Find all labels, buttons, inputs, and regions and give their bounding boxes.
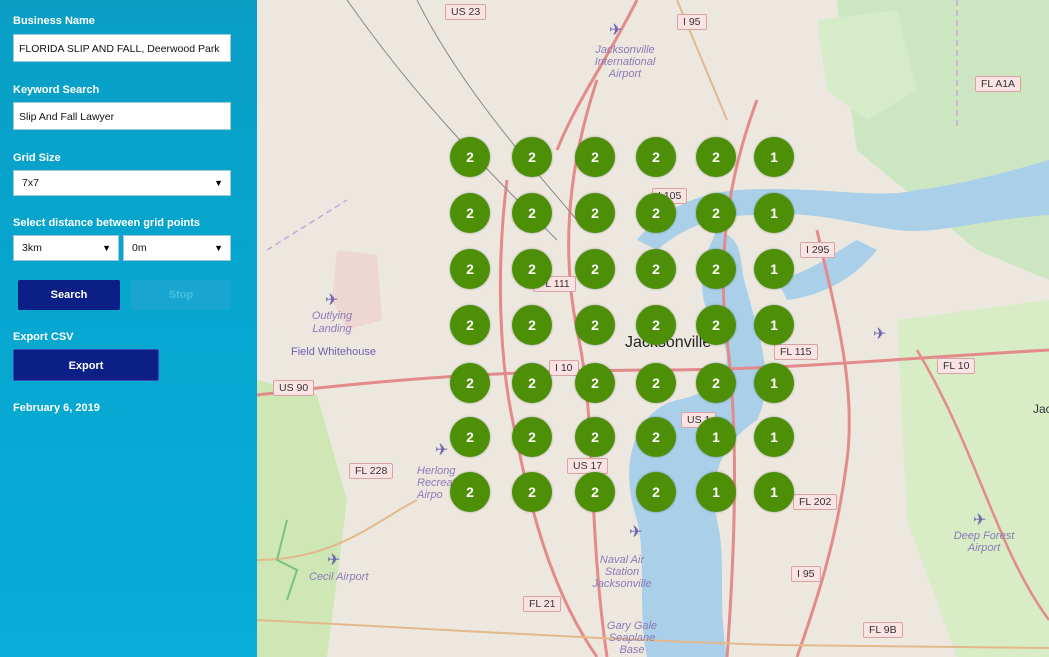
rank-marker[interactable]: 2 [450,363,490,403]
road-shield: US 90 [273,380,315,396]
rank-marker[interactable]: 2 [575,249,615,289]
map-label-airport-intl: Jacksonville International Airport [594,44,656,80]
rank-marker[interactable]: 2 [450,417,490,457]
rank-marker[interactable]: 2 [575,305,615,345]
rank-marker[interactable]: 2 [575,472,615,512]
export-csv-label: Export CSV [13,331,74,343]
rank-marker[interactable]: 2 [450,193,490,233]
stop-button[interactable]: Stop [131,280,231,310]
offset-value: 0m [132,242,147,254]
rank-marker[interactable]: 2 [636,249,676,289]
road-shield: FL 9B [863,622,903,638]
road-shield: I 95 [677,14,707,30]
airport-icon: ✈ [609,22,623,39]
distance-label: Select distance between grid points [13,217,201,229]
map-label-cecil: Cecil Airport [309,571,369,583]
map-label-field-whitehouse: Field Whitehouse [291,346,376,358]
rank-marker[interactable]: 2 [636,305,676,345]
road-shield: I 10 [549,360,579,376]
rank-marker[interactable]: 1 [754,305,794,345]
airport-icon: ✈ [873,326,887,343]
rank-marker[interactable]: 2 [575,193,615,233]
road-shield: I 95 [791,566,821,582]
road-shield: FL A1A [975,76,1022,92]
rank-marker[interactable]: 2 [575,417,615,457]
airport-icon: ✈ [973,512,987,529]
airport-icon: ✈ [327,552,341,569]
export-button[interactable]: Export [13,349,159,381]
map[interactable]: Jacksonville International Airport Outly… [257,0,1049,657]
rank-marker[interactable]: 2 [512,249,552,289]
road-shield: FL 202 [793,494,838,510]
map-label-gary-gale: Gary Gale Seaplane Base [606,620,658,656]
chevron-down-icon: ▼ [214,243,223,253]
rank-marker[interactable]: 2 [512,417,552,457]
rank-marker[interactable]: 2 [512,363,552,403]
airport-icon: ✈ [435,442,449,459]
report-date: February 6, 2019 [13,402,100,414]
rank-marker[interactable]: 2 [696,249,736,289]
rank-marker[interactable]: 2 [450,305,490,345]
rank-marker[interactable]: 1 [754,363,794,403]
distance-value: 3km [22,242,42,254]
map-label-outlying: Outlying Landing [311,310,353,335]
road-shield: FL 21 [523,596,562,612]
rank-marker[interactable]: 2 [450,249,490,289]
map-label-deep-forest: Deep Forest Airport [953,530,1015,554]
rank-marker[interactable]: 2 [512,137,552,177]
rank-marker[interactable]: 2 [512,305,552,345]
search-button[interactable]: Search [18,280,120,310]
road-shield: FL 115 [774,344,818,360]
sidebar: Business Name FLORIDA SLIP AND FALL, Dee… [0,0,257,657]
rank-marker[interactable]: 1 [754,472,794,512]
map-label-nas: Naval Air Station Jacksonville [592,554,652,590]
keyword-search-input[interactable]: Slip And Fall Lawyer [13,102,231,130]
rank-marker[interactable]: 2 [575,137,615,177]
rank-marker[interactable]: 1 [754,193,794,233]
rank-marker[interactable]: 1 [754,417,794,457]
keyword-search-label: Keyword Search [13,84,100,96]
road-shield: I 295 [800,242,836,258]
rank-marker[interactable]: 2 [450,137,490,177]
chevron-down-icon: ▼ [102,243,111,253]
rank-marker[interactable]: 1 [754,137,794,177]
rank-marker[interactable]: 2 [450,472,490,512]
rank-marker[interactable]: 2 [696,193,736,233]
rank-marker[interactable]: 2 [696,137,736,177]
road-shield: US 23 [445,4,487,20]
grid-size-select[interactable]: 7x7 ▼ [13,170,231,196]
rank-marker[interactable]: 1 [754,249,794,289]
grid-size-value: 7x7 [22,177,39,189]
road-shield: US 17 [567,458,609,474]
grid-size-label: Grid Size [13,152,61,164]
rank-marker[interactable]: 2 [636,363,676,403]
business-name-input[interactable]: FLORIDA SLIP AND FALL, Deerwood Park [13,34,231,62]
rank-marker[interactable]: 2 [636,472,676,512]
business-name-label: Business Name [13,15,95,27]
road-shield: FL 10 [937,358,976,374]
offset-select[interactable]: 0m ▼ [123,235,231,261]
rank-marker[interactable]: 2 [575,363,615,403]
rank-marker[interactable]: 2 [636,417,676,457]
map-label-jac: Jac [1033,402,1049,416]
chevron-down-icon: ▼ [214,178,223,188]
airport-icon: ✈ [325,292,339,309]
rank-marker[interactable]: 2 [636,137,676,177]
road-shield: FL 228 [349,463,394,479]
airport-icon: ✈ [629,524,643,541]
rank-marker[interactable]: 1 [696,417,736,457]
rank-marker[interactable]: 2 [696,305,736,345]
rank-marker[interactable]: 1 [696,472,736,512]
distance-select[interactable]: 3km ▼ [13,235,119,261]
rank-marker[interactable]: 2 [512,193,552,233]
rank-marker[interactable]: 2 [512,472,552,512]
rank-marker[interactable]: 2 [696,363,736,403]
rank-marker[interactable]: 2 [636,193,676,233]
